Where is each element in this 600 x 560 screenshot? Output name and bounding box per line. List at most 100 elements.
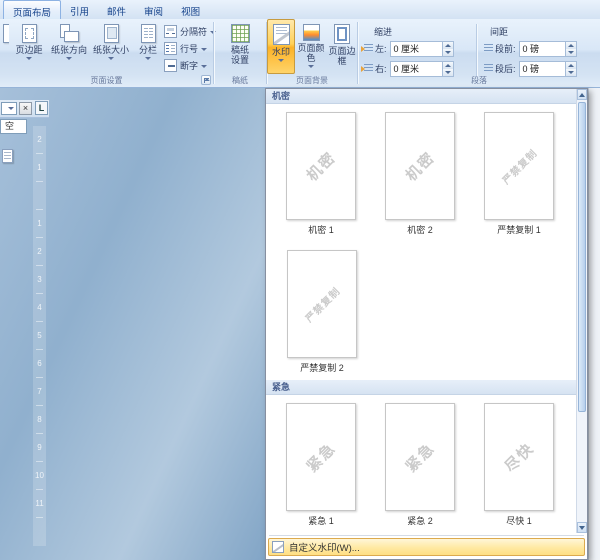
ribbon: 页边距 纸张方向 纸张大小 分栏 xyxy=(0,19,600,88)
ruler-mark: 10 xyxy=(33,462,46,490)
watermark-option[interactable]: 严禁复制 严禁复制 1 xyxy=(484,112,554,236)
ruler-mark: 11 xyxy=(33,490,46,518)
indent-left-input[interactable]: 0 厘米 xyxy=(390,41,454,57)
watermark-preview: 严禁复制 xyxy=(287,250,357,358)
scroll-thumb[interactable] xyxy=(578,102,586,412)
scroll-up-button[interactable] xyxy=(577,89,587,100)
text-direction-button-partial[interactable] xyxy=(0,19,10,74)
section-header-urgent: 紧急 xyxy=(266,380,576,395)
watermark-option[interactable]: 机密 机密 1 xyxy=(286,112,356,236)
tab-view[interactable]: 视图 xyxy=(172,0,209,19)
indent-header: 缩进 xyxy=(374,25,392,38)
spin-down-icon[interactable] xyxy=(566,49,576,56)
breaks-button[interactable]: 分隔符 xyxy=(164,23,216,40)
watermark-option-label: 机密 1 xyxy=(286,223,356,236)
watermark-preview: 紧急 xyxy=(385,403,455,511)
spacing-before-input[interactable]: 0 磅 xyxy=(519,41,577,57)
chevron-down-icon xyxy=(8,107,14,110)
ruler-mark: 2 xyxy=(33,238,46,266)
ruler-mark: 3 xyxy=(33,266,46,294)
chevron-down-icon xyxy=(308,65,314,68)
watermark-option[interactable]: 紧急 紧急 2 xyxy=(385,403,455,527)
spacing-before-icon xyxy=(482,43,493,54)
ruler-mark: 6 xyxy=(33,350,46,378)
chevron-down-icon xyxy=(201,65,207,68)
chevron-down-icon xyxy=(201,48,207,51)
watermark-option[interactable]: 尽快 尽快 1 xyxy=(484,403,554,527)
thumbnail-row: 紧急 紧急 1 紧急 紧急 2 尽快 尽快 1 xyxy=(266,395,576,533)
orientation-button[interactable]: 纸张方向 xyxy=(48,19,90,74)
watermark-preview: 机密 xyxy=(385,112,455,220)
margins-button[interactable]: 页边距 xyxy=(10,19,48,74)
thumbnail-row: 严禁复制 严禁复制 2 xyxy=(266,242,576,380)
close-button[interactable]: × xyxy=(19,102,32,115)
spacing-before-row: 段前: 0 磅 xyxy=(482,40,577,57)
line-numbers-button[interactable]: 行号 xyxy=(164,40,216,57)
watermark-preview: 机密 xyxy=(286,112,356,220)
ribbon-tab-bar: 页面布局 引用 邮件 审阅 视图 xyxy=(0,0,600,19)
watermark-button[interactable]: 水印 xyxy=(267,19,295,74)
section-header-confidential: 机密 xyxy=(266,89,576,104)
watermark-option-label: 严禁复制 2 xyxy=(286,361,358,374)
hyphenation-icon xyxy=(164,59,177,72)
group-page-setup: 页边距 纸张方向 纸张大小 分栏 xyxy=(0,19,213,87)
style-name-box[interactable]: 空 xyxy=(0,119,27,134)
watermark-preview: 严禁复制 xyxy=(484,112,554,220)
columns-button[interactable]: 分栏 xyxy=(132,19,164,74)
watermark-option[interactable]: 严禁复制 严禁复制 2 xyxy=(286,250,358,374)
breaks-icon xyxy=(164,25,177,38)
paper-size-button[interactable]: 纸张大小 xyxy=(90,19,132,74)
chevron-down-icon xyxy=(66,57,72,60)
style-combo[interactable] xyxy=(1,102,17,115)
menu-separator xyxy=(269,535,584,536)
app-window: 页面布局 引用 邮件 审阅 视图 页边距 纸张方向 xyxy=(0,0,600,560)
dialog-launcher-page-setup[interactable] xyxy=(201,75,211,85)
columns-icon xyxy=(141,24,156,43)
spin-down-icon[interactable] xyxy=(443,49,453,56)
watermark-gallery-popup: 机密 机密 机密 1 机密 机密 2 xyxy=(265,88,588,560)
chevron-down-icon xyxy=(579,526,585,530)
scroll-down-button[interactable] xyxy=(577,522,587,533)
watermark-option[interactable]: 紧急 紧急 1 xyxy=(286,403,356,527)
spin-up-icon[interactable] xyxy=(566,62,576,69)
group-manuscript: 稿纸 设置 稿纸 xyxy=(214,19,266,87)
chevron-up-icon xyxy=(579,93,585,97)
chevron-down-icon xyxy=(26,57,32,60)
tab-review[interactable]: 审阅 xyxy=(135,0,172,19)
ruler-mark: 7 xyxy=(33,378,46,406)
ruler-mark: 4 xyxy=(33,294,46,322)
tab-mailings[interactable]: 邮件 xyxy=(98,0,135,19)
group-page-background: 水印 页面颜色 页面边框 页面背景 xyxy=(267,19,357,87)
spin-up-icon[interactable] xyxy=(443,42,453,49)
paper-size-icon xyxy=(104,24,119,43)
ruler-mark: 8 xyxy=(33,406,46,434)
indent-left-icon xyxy=(362,43,373,54)
watermark-option-label: 紧急 1 xyxy=(286,514,356,527)
chevron-down-icon xyxy=(108,57,114,60)
group-label-manuscript: 稿纸 xyxy=(214,75,266,86)
spacing-after-icon xyxy=(482,63,493,74)
tab-page-layout[interactable]: 页面布局 xyxy=(3,0,61,19)
watermark-option[interactable]: 机密 机密 2 xyxy=(385,112,455,236)
thumbnail-row: 机密 机密 1 机密 机密 2 严禁复制 严禁复制 1 xyxy=(266,104,576,242)
spin-up-icon[interactable] xyxy=(566,42,576,49)
tab-type-selector[interactable]: L xyxy=(35,101,48,115)
document-scrollbar-strip[interactable] xyxy=(588,88,600,560)
close-icon: × xyxy=(23,103,28,113)
vertical-ruler: 2 1 1 2 3 4 5 6 7 8 9 10 11 xyxy=(33,126,46,546)
group-label-paragraph: 段落 xyxy=(358,75,600,86)
page-borders-button[interactable]: 页面边框 xyxy=(327,19,357,74)
page-color-button[interactable]: 页面颜色 xyxy=(295,19,327,74)
gallery-scrollbar[interactable] xyxy=(576,89,587,533)
group-label-page-background: 页面背景 xyxy=(267,75,357,86)
hyphenation-button[interactable]: 断字 xyxy=(164,57,216,74)
tab-references[interactable]: 引用 xyxy=(61,0,98,19)
ruler-mark: 9 xyxy=(33,434,46,462)
spin-up-icon[interactable] xyxy=(443,62,453,69)
watermark-option-label: 严禁复制 1 xyxy=(484,223,554,236)
watermark-option-label: 尽快 1 xyxy=(484,514,554,527)
ruler-mark: 1 xyxy=(33,154,46,182)
manuscript-settings-button[interactable]: 稿纸 设置 xyxy=(216,19,264,74)
indent-right-icon xyxy=(362,63,373,74)
custom-watermark-item[interactable]: 自定义水印(W)... xyxy=(268,538,585,556)
